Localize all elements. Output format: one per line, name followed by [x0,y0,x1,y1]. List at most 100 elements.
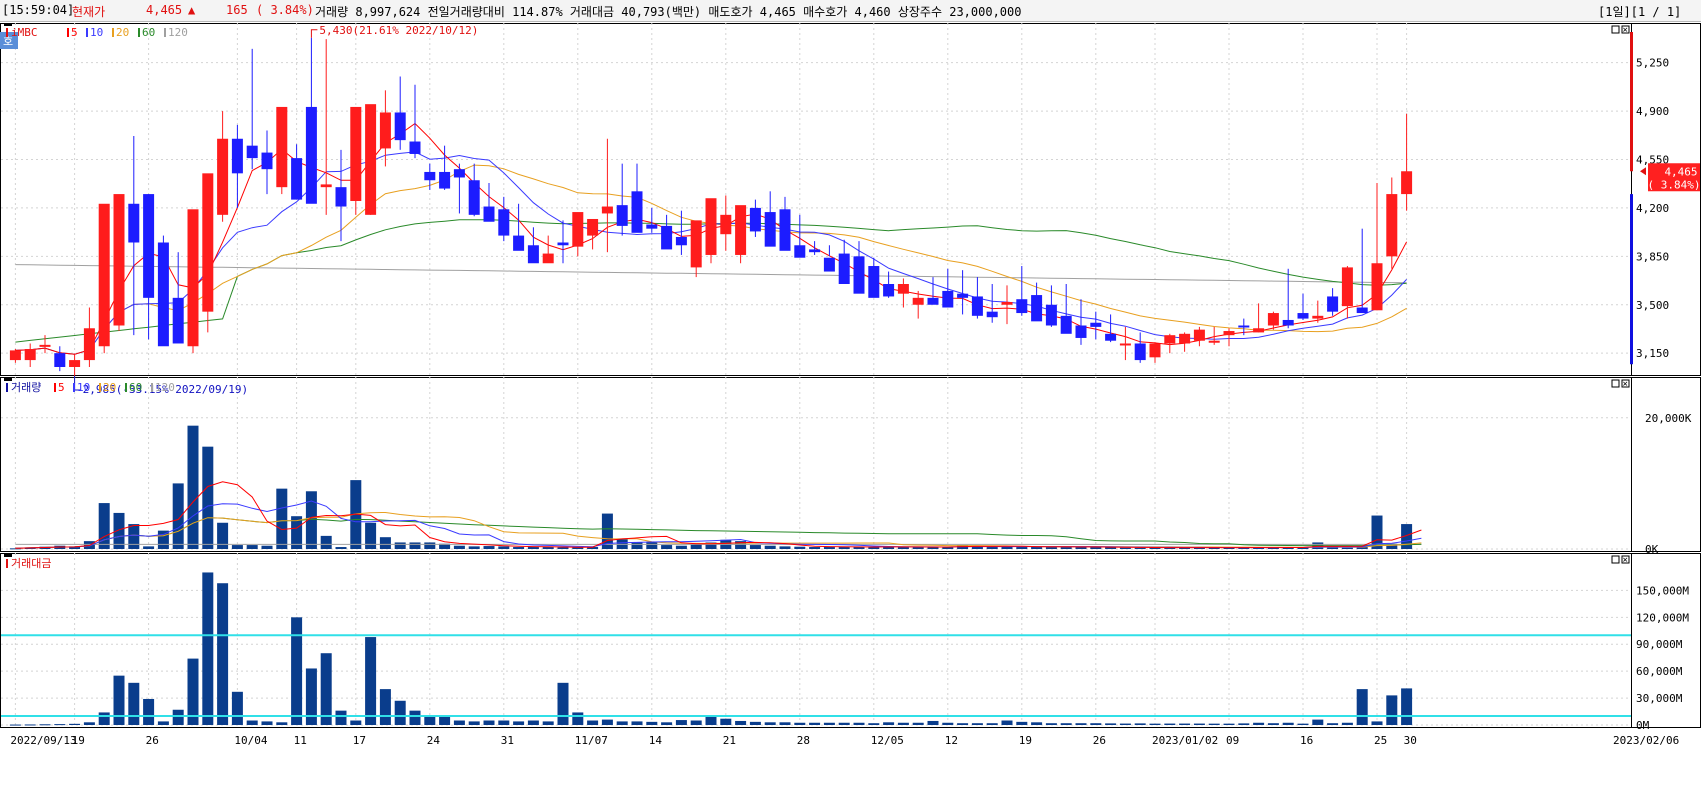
candle-down[interactable] [143,194,155,298]
amount-bar[interactable] [261,721,273,725]
amount-bar[interactable] [764,722,776,725]
amount-bar[interactable] [1267,723,1279,725]
panel-restore-icon[interactable] [1611,379,1620,388]
volume-bar[interactable] [483,546,495,549]
amount-bar[interactable] [1031,722,1043,725]
volume-bar[interactable] [217,522,229,549]
volume-bar[interactable] [98,503,110,549]
amount-bar[interactable] [246,720,258,725]
candle-down[interactable] [468,180,480,215]
amount-bar[interactable] [1327,723,1339,725]
amount-bar[interactable] [927,720,939,725]
volume-bar[interactable] [542,547,554,549]
amount-bar[interactable] [823,722,835,725]
candle-down[interactable] [1238,325,1250,328]
amount-bar[interactable] [1386,695,1398,725]
amount-bar[interactable] [942,722,954,725]
amount-bar[interactable] [1105,723,1117,725]
amount-bar[interactable] [217,583,229,725]
amount-bar[interactable] [1341,722,1353,725]
candle-up[interactable] [69,360,81,367]
amount-bar[interactable] [128,682,140,725]
candle-up[interactable] [9,350,21,361]
amount-bar[interactable] [809,722,821,725]
volume-bar[interactable] [453,545,465,549]
amount-bar[interactable] [601,719,613,725]
amount-bar[interactable] [113,675,125,725]
candle-down[interactable] [291,158,303,200]
volume-bar[interactable] [779,546,791,549]
candle-up[interactable] [83,328,95,361]
candle-down[interactable] [631,191,643,233]
candle-up[interactable] [897,284,909,294]
amount-bar[interactable] [631,721,643,725]
volume-bar[interactable] [468,546,480,549]
candle-up[interactable] [350,106,362,201]
candle-up[interactable] [187,209,199,347]
volume-bar[interactable] [1119,547,1131,549]
candle-down[interactable] [439,171,451,189]
volume-bar[interactable] [409,542,421,549]
volume-bar[interactable] [749,545,761,549]
volume-bar[interactable] [838,547,850,549]
candle-up[interactable] [1179,333,1191,344]
candle-up[interactable] [365,104,377,215]
volume-bar[interactable] [498,546,510,549]
candle-up[interactable] [1267,313,1279,326]
panel-restore-icon[interactable] [1611,555,1620,564]
amount-bar[interactable] [1223,723,1235,725]
volume-bar[interactable] [335,547,347,549]
amount-bar[interactable] [897,722,909,725]
amount-bar[interactable] [1016,721,1028,725]
volume-bar[interactable] [424,542,436,549]
amount-bar[interactable] [1164,723,1176,725]
amount-bar[interactable] [98,712,110,725]
amount-bar[interactable] [1001,720,1013,725]
volume-bar[interactable] [320,535,332,549]
panel-restore-icon[interactable] [1611,25,1620,34]
candle-down[interactable] [157,242,169,347]
candle-up[interactable] [1253,328,1265,333]
candle-down[interactable] [883,284,895,297]
candle-up[interactable] [1193,329,1205,341]
candle-up[interactable] [1223,331,1235,336]
candle-down[interactable] [1356,307,1368,314]
candle-down[interactable] [971,296,983,316]
amount-bar[interactable] [54,724,66,726]
amount-bar[interactable] [1045,723,1057,725]
volume-bar[interactable] [394,542,406,549]
candle-up[interactable] [720,214,732,235]
volume-bar[interactable] [764,545,776,549]
candle-up[interactable] [1149,343,1161,358]
candle-up[interactable] [1119,343,1131,346]
amount-bar[interactable] [1208,723,1220,725]
candle-up[interactable] [587,218,599,236]
candle-down[interactable] [483,206,495,222]
candle-up[interactable] [24,349,36,361]
amount-bar[interactable] [9,724,21,726]
amount-bar[interactable] [749,721,761,725]
volume-bar[interactable] [379,537,391,549]
volume-bar[interactable] [513,547,525,549]
volume-bar[interactable] [113,512,125,549]
candle-down[interactable] [231,138,243,174]
amount-bar[interactable] [853,722,865,725]
amount-bar[interactable] [868,723,880,725]
volume-bar[interactable] [661,545,673,549]
candle-down[interactable] [557,242,569,246]
amount-bar[interactable] [690,720,702,725]
amount-bar[interactable] [1075,723,1087,725]
candle-down[interactable] [853,256,865,294]
amount-bar[interactable] [1371,721,1383,725]
amount-bar[interactable] [172,709,184,725]
candle-down[interactable] [1075,325,1087,338]
candle-down[interactable] [646,224,658,229]
candle-down[interactable] [675,236,687,246]
candle-up[interactable] [1341,267,1353,307]
candle-down[interactable] [1090,322,1102,327]
amount-bar[interactable] [1119,723,1131,725]
candle-down[interactable] [54,353,66,367]
candle-up[interactable] [379,112,391,149]
amount-bar[interactable] [453,720,465,725]
candle-down[interactable] [868,266,880,298]
